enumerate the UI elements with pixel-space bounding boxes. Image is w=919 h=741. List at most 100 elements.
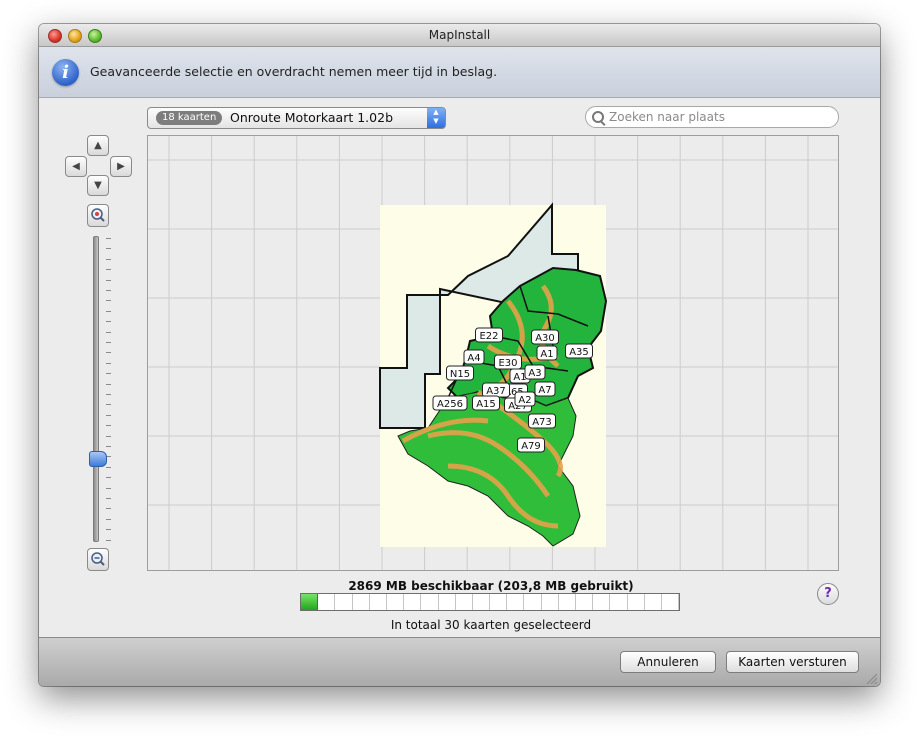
road-label: A7 (534, 381, 556, 397)
storage-segment (559, 594, 576, 610)
slider-tick (106, 487, 111, 489)
slider-tick (106, 248, 111, 250)
slider-tick (106, 508, 111, 510)
place-search-field[interactable] (585, 106, 839, 128)
road-label: A37 (482, 382, 510, 398)
svg-text:N15: N15 (450, 369, 470, 380)
svg-text:A4: A4 (467, 353, 480, 364)
road-label: A30 (531, 329, 559, 345)
storage-segment (662, 594, 680, 610)
zoom-out-icon (91, 552, 105, 566)
slider-tick (106, 321, 111, 323)
storage-segment (387, 594, 405, 610)
svg-text:A79: A79 (521, 441, 541, 452)
storage-segment (318, 594, 336, 610)
slider-tick (106, 300, 111, 302)
storage-segment (542, 594, 559, 610)
storage-segment (301, 594, 319, 610)
svg-text:A30: A30 (535, 333, 555, 344)
search-icon (592, 111, 604, 123)
bottom-bar: Annuleren Kaarten versturen (39, 637, 880, 686)
info-icon: i (52, 59, 79, 86)
road-label: A73 (528, 413, 556, 429)
slider-tick (106, 373, 111, 375)
storage-segment (628, 594, 645, 610)
zoom-out-button[interactable] (87, 548, 109, 571)
road-label: A4 (463, 349, 485, 365)
pan-up-button[interactable]: ▲ (87, 135, 109, 156)
road-label: A15 (472, 395, 500, 411)
svg-text:A2: A2 (518, 395, 531, 406)
road-label: A79 (517, 437, 545, 453)
road-label: E22 (475, 327, 503, 343)
slider-tick (106, 269, 111, 271)
storage-available-label: 2869 MB beschikbaar (203,8 MB gebruikt) (348, 579, 634, 593)
search-input[interactable] (607, 109, 831, 125)
slider-tick (106, 518, 111, 520)
window-title: MapInstall (428, 28, 491, 42)
help-button[interactable]: ? (817, 583, 839, 605)
zoom-slider-thumb[interactable] (89, 450, 107, 467)
slider-tick (106, 404, 111, 406)
slider-tick (106, 279, 111, 281)
storage-segment (576, 594, 594, 610)
svg-text:A35: A35 (569, 347, 589, 358)
svg-text:A73: A73 (532, 417, 552, 428)
zoom-slider-ticks (106, 238, 112, 541)
mapinstall-window: MapInstall i Geavanceerde selectie en ov… (39, 24, 880, 686)
svg-text:A256: A256 (437, 399, 463, 410)
pan-right-button[interactable]: ▶ (110, 156, 132, 177)
road-label: A1 (536, 345, 558, 361)
svg-text:E30: E30 (498, 358, 517, 369)
map-canvas[interactable]: E22 A30A1 A35A4 E30N15 A1 A3A7A65A37A256 A15 A2… (148, 136, 838, 570)
slider-tick (106, 529, 111, 531)
pan-left-button[interactable]: ◀ (65, 156, 87, 177)
slider-tick (106, 258, 111, 260)
slider-tick (106, 466, 111, 468)
storage-segment (370, 594, 387, 610)
map-product-label: Onroute Motorkaart 1.02b (230, 110, 394, 125)
help-icon: ? (824, 586, 832, 601)
slider-tick (106, 425, 111, 427)
pan-down-button[interactable]: ▼ (87, 175, 109, 196)
storage-segment (610, 594, 628, 610)
send-maps-button[interactable]: Kaarten versturen (726, 651, 859, 673)
slider-tick (106, 498, 111, 499)
slider-tick (106, 331, 111, 333)
popup-arrows-icon: ▲ ▼ (427, 108, 445, 128)
storage-segment (456, 594, 473, 610)
storage-segment (645, 594, 662, 610)
storage-segment (507, 594, 525, 610)
svg-text:A15: A15 (476, 399, 496, 410)
slider-tick (106, 352, 111, 354)
svg-text:A1: A1 (540, 349, 553, 360)
slider-tick (106, 290, 111, 291)
svg-text:A37: A37 (486, 386, 506, 397)
storage-usage-bar (300, 593, 680, 611)
slider-tick (106, 446, 111, 447)
slider-tick (106, 394, 111, 395)
svg-text:A7: A7 (538, 385, 551, 396)
slider-tick (106, 238, 111, 239)
storage-segment (524, 594, 542, 610)
map-product-popup[interactable]: 18 kaarten Onroute Motorkaart 1.02b ▲ ▼ (147, 107, 446, 129)
zoom-in-button[interactable] (87, 204, 109, 227)
info-bar: i Geavanceerde selectie en overdracht ne… (39, 47, 880, 98)
svg-text:E22: E22 (479, 331, 498, 342)
zoom-slider-track[interactable] (93, 236, 99, 542)
map-view[interactable]: E22 A30 A1 A35 A4 E30 N15 A1 A3 A7 A65 A37 A256 A15 A2… (147, 135, 839, 571)
storage-segment (593, 594, 611, 610)
slider-tick (106, 310, 111, 312)
slider-tick (106, 414, 111, 416)
svg-text:A3: A3 (528, 368, 541, 379)
slider-tick (106, 342, 111, 343)
storage-segment (353, 594, 370, 610)
title-bar: MapInstall (39, 24, 880, 47)
road-label: A2 (514, 391, 536, 407)
slider-tick (106, 539, 111, 541)
storage-segment (404, 594, 422, 610)
resize-grip-icon[interactable] (865, 672, 877, 684)
info-message: Geavanceerde selectie en overdracht neme… (90, 64, 498, 79)
road-label: A3 (524, 364, 546, 380)
cancel-button[interactable]: Annuleren (620, 651, 716, 673)
